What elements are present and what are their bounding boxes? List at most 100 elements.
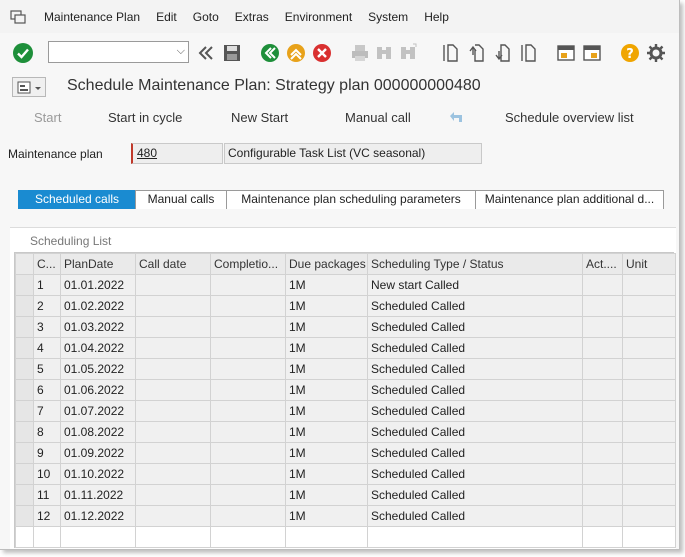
table-cell[interactable]: 1M	[285, 379, 368, 401]
table-cell[interactable]: 01.06.2022	[60, 379, 136, 401]
table-cell[interactable]: 7	[33, 400, 61, 422]
new-start-button[interactable]: New Start	[231, 110, 288, 125]
table-cell[interactable]	[582, 442, 623, 464]
table-cell[interactable]: 9	[33, 442, 61, 464]
table-row[interactable]: 1 01.01.2022 1M New start Called	[15, 274, 676, 296]
row-selector[interactable]	[15, 379, 34, 401]
table-cell[interactable]: Scheduled Called	[367, 442, 583, 464]
table-row[interactable]: 9 01.09.2022 1M Scheduled Called	[15, 442, 676, 464]
table-cell[interactable]: 1M	[285, 484, 368, 506]
row-selector[interactable]	[15, 463, 34, 485]
menu-help[interactable]: Help	[424, 10, 449, 24]
table-cell[interactable]: 1	[33, 274, 61, 296]
row-selector[interactable]	[15, 442, 34, 464]
table-cell[interactable]	[135, 484, 211, 506]
table-cell[interactable]: 01.01.2022	[60, 274, 136, 296]
table-cell[interactable]	[210, 379, 286, 401]
table-cell[interactable]	[622, 274, 676, 296]
column-header[interactable]: PlanDate	[60, 253, 136, 275]
table-cell[interactable]: 10	[33, 463, 61, 485]
table-cell[interactable]: 1M	[285, 505, 368, 527]
table-cell[interactable]: Scheduled Called	[367, 316, 583, 338]
table-cell[interactable]	[210, 505, 286, 527]
table-cell[interactable]	[582, 400, 623, 422]
enter-icon[interactable]	[12, 42, 34, 64]
table-cell[interactable]: New start Called	[367, 274, 583, 296]
last-page-icon[interactable]	[518, 43, 538, 63]
table-cell[interactable]	[210, 463, 286, 485]
table-cell[interactable]: 11	[33, 484, 61, 506]
find-next-icon[interactable]	[398, 43, 418, 63]
menu-system[interactable]: System	[368, 10, 408, 24]
next-page-icon[interactable]	[492, 43, 512, 63]
table-cell[interactable]: 1M	[285, 337, 368, 359]
menu-extras[interactable]: Extras	[235, 10, 269, 24]
table-cell[interactable]: 01.10.2022	[60, 463, 136, 485]
back-icon[interactable]	[260, 43, 280, 63]
table-cell[interactable]	[135, 442, 211, 464]
row-selector[interactable]	[15, 316, 34, 338]
previous-page-icon[interactable]	[466, 43, 486, 63]
tab-manual-calls[interactable]: Manual calls	[135, 190, 227, 209]
save-icon[interactable]	[222, 43, 242, 63]
table-cell[interactable]	[210, 400, 286, 422]
collapse-icon[interactable]	[196, 43, 216, 63]
table-cell[interactable]	[582, 421, 623, 443]
table-cell[interactable]: 12	[33, 505, 61, 527]
table-cell[interactable]	[210, 484, 286, 506]
table-cell[interactable]	[622, 505, 676, 527]
table-cell[interactable]: 1M	[285, 274, 368, 296]
table-cell[interactable]	[622, 484, 676, 506]
table-cell[interactable]: 01.05.2022	[60, 358, 136, 380]
first-page-icon[interactable]	[440, 43, 460, 63]
table-cell[interactable]: 01.07.2022	[60, 400, 136, 422]
table-cell[interactable]: 1M	[285, 295, 368, 317]
table-cell[interactable]: Scheduled Called	[367, 463, 583, 485]
table-cell[interactable]: 01.03.2022	[60, 316, 136, 338]
table-cell[interactable]	[135, 400, 211, 422]
table-cell[interactable]: 3	[33, 316, 61, 338]
table-row[interactable]: 11 01.11.2022 1M Scheduled Called	[15, 484, 676, 506]
table-cell[interactable]	[622, 400, 676, 422]
column-header[interactable]: Scheduling Type / Status	[367, 253, 583, 275]
table-cell[interactable]	[622, 421, 676, 443]
table-cell[interactable]	[135, 505, 211, 527]
table-cell[interactable]: Scheduled Called	[367, 421, 583, 443]
menu-environment[interactable]: Environment	[285, 10, 352, 24]
command-dropdown-icon[interactable]: ⌵	[177, 45, 185, 58]
table-cell[interactable]	[210, 358, 286, 380]
table-cell[interactable]: Scheduled Called	[367, 358, 583, 380]
table-cell[interactable]	[622, 316, 676, 338]
table-cell[interactable]	[582, 295, 623, 317]
column-header[interactable]: Due packages	[285, 253, 368, 275]
row-selector[interactable]	[15, 484, 34, 506]
table-row[interactable]: 12 01.12.2022 1M Scheduled Called	[15, 505, 676, 527]
table-row[interactable]: 3 01.03.2022 1M Scheduled Called	[15, 316, 676, 338]
table-cell[interactable]	[210, 442, 286, 464]
table-cell[interactable]	[582, 505, 623, 527]
menu-goto[interactable]: Goto	[193, 10, 219, 24]
table-cell[interactable]: 01.11.2022	[60, 484, 136, 506]
start-in-cycle-button[interactable]: Start in cycle	[108, 110, 182, 125]
table-cell[interactable]	[622, 295, 676, 317]
table-cell[interactable]	[210, 295, 286, 317]
table-cell[interactable]: 1M	[285, 400, 368, 422]
table-cell[interactable]: 01.09.2022	[60, 442, 136, 464]
table-cell[interactable]	[582, 316, 623, 338]
table-cell[interactable]	[210, 337, 286, 359]
exit-icon[interactable]	[286, 43, 306, 63]
shortcut-icon[interactable]	[582, 43, 602, 63]
table-cell[interactable]: 01.04.2022	[60, 337, 136, 359]
column-header[interactable]: C...	[33, 253, 61, 275]
table-cell[interactable]: 4	[33, 337, 61, 359]
table-cell[interactable]	[210, 274, 286, 296]
table-row[interactable]: 5 01.05.2022 1M Scheduled Called	[15, 358, 676, 380]
settings-icon[interactable]	[646, 43, 666, 63]
help-icon[interactable]: ?	[620, 43, 640, 63]
schedule-overview-list-button[interactable]: Schedule overview list	[505, 110, 634, 125]
table-cell[interactable]: Scheduled Called	[367, 484, 583, 506]
menu-maintenance-plan[interactable]: Maintenance Plan	[44, 10, 140, 24]
manual-call-button[interactable]: Manual call	[345, 110, 411, 125]
table-cell[interactable]: 1M	[285, 442, 368, 464]
table-cell[interactable]	[135, 295, 211, 317]
